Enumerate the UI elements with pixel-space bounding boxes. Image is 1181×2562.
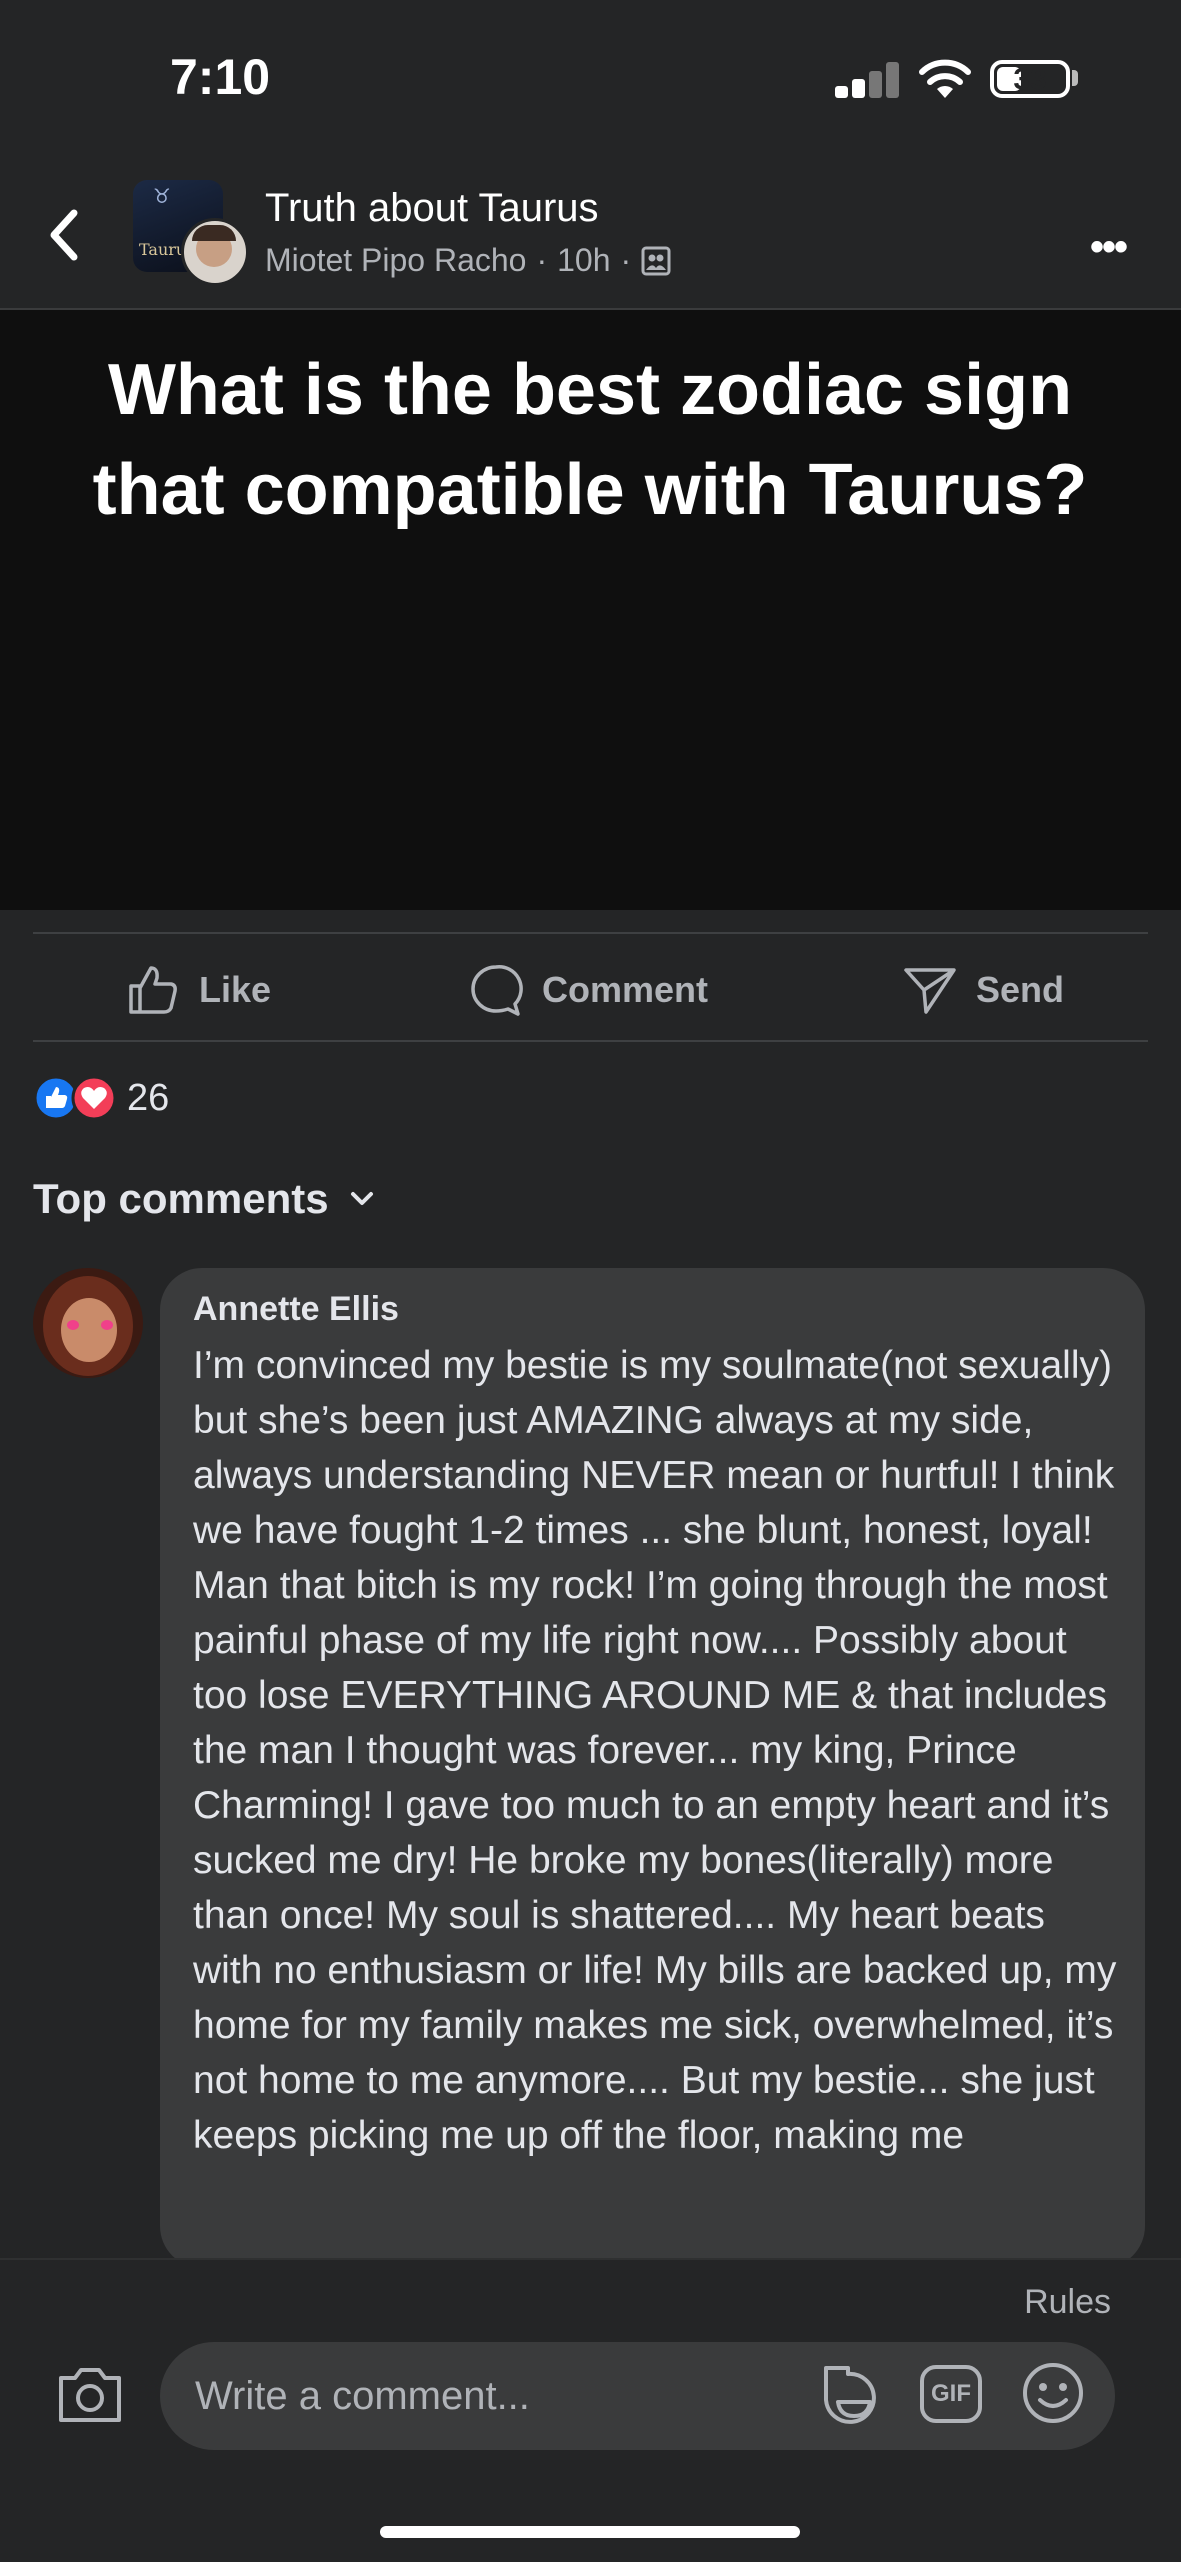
comment-text: I’m convinced my bestie is my soulmate(n… [193,1344,1117,2157]
reaction-count: 26 [127,1076,170,1119]
post-meta: Miotet Pipo Racho · 10h · [265,242,671,279]
author-name[interactable]: Miotet Pipo Racho [265,242,526,279]
divider [33,1040,1148,1042]
post-time: 10h [557,242,611,278]
like-button[interactable]: Like [125,962,271,1018]
camera-icon[interactable] [55,2362,125,2426]
thumbs-up-icon [129,966,177,1014]
chevron-down-icon [350,1192,373,1205]
wifi-icon [919,59,971,98]
love-reaction-icon [71,1075,117,1121]
back-button[interactable] [40,205,90,265]
send-button[interactable]: Send [902,962,1064,1018]
group-name[interactable]: Truth about Taurus [265,186,599,231]
post-title: What is the best zodiac sign that compat… [92,350,1088,530]
meta-separator: · [536,242,548,278]
group-avatar[interactable]: ♉ Taurus [133,180,249,286]
taurus-symbol-icon: ♉ [153,186,171,208]
home-indicator [380,2526,800,2538]
send-label: Send [976,969,1065,1010]
group-audience-icon [641,246,671,275]
battery-icon: 33 [990,60,1070,98]
comment-sort-label: Top comments [33,1175,329,1222]
commenter-name[interactable]: Annette Ellis [193,1290,399,1329]
rules-link[interactable]: Rules [1024,2283,1111,2322]
gif-button[interactable]: GIF [920,2365,982,2423]
send-icon [904,968,956,1014]
comment-sort-dropdown[interactable]: Top comments [33,1175,379,1223]
reactions-summary[interactable]: 26 [33,1075,169,1121]
more-options-button[interactable]: ••• [1090,225,1128,270]
gif-label: GIF [931,2380,971,2407]
author-avatar [181,218,249,286]
comment-placeholder: Write a comment... [195,2373,530,2418]
comment-label: Comment [542,969,709,1010]
emoji-icon[interactable] [1020,2360,1086,2426]
battery-cap [1072,70,1078,86]
status-time: 7:10 [170,49,271,105]
cellular-signal-icon [835,62,900,98]
avatar-sticker-icon[interactable] [818,2360,886,2430]
like-label: Like [199,969,272,1010]
post-card: What is the best zodiac sign that compat… [0,310,1181,910]
divider [33,932,1148,934]
meta-separator: · [620,242,632,278]
comment-button[interactable]: Comment [468,962,708,1018]
comment-bubble: Annette Ellis I’m convinced my bestie is… [160,1268,1145,2268]
comment-bubble-icon [471,965,523,1016]
commenter-avatar[interactable] [33,1268,143,1378]
battery-level: 33 [1013,63,1047,96]
